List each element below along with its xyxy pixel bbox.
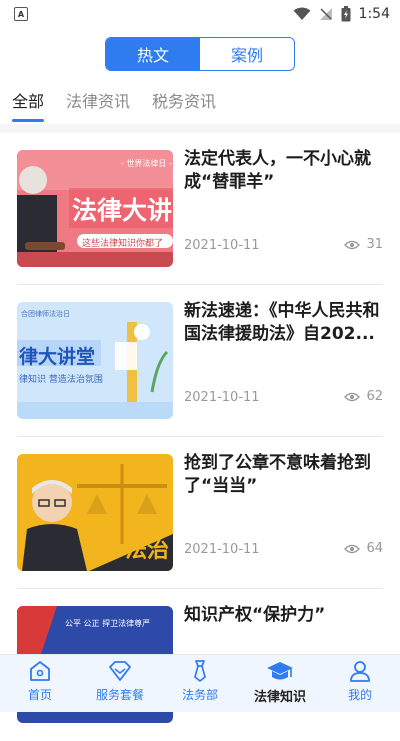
tie-icon xyxy=(194,660,206,682)
article-thumbnail: - 世界法律日 - 法律大讲 这些法律知识你都了 xyxy=(17,150,173,267)
eye-icon xyxy=(344,544,361,553)
segment-hot-articles[interactable]: 热文 xyxy=(106,38,200,70)
article-title[interactable]: 知识产权“保护力” xyxy=(184,604,384,627)
article-title[interactable]: 法定代表人，一不小心就成“替罪羊” xyxy=(184,148,384,194)
clock: 1:54 xyxy=(358,6,390,22)
diamond-icon xyxy=(109,661,131,681)
article-item[interactable]: 合团律师法治日 律大讲堂 律知识 营造法治氛围 新法速递：《中华人民共和国法律援… xyxy=(17,285,383,437)
view-count-value: 62 xyxy=(366,389,383,404)
thumb-heading: 律大讲堂 xyxy=(19,346,96,368)
nav-label: 首页 xyxy=(27,688,52,702)
user-icon xyxy=(350,661,370,682)
nav-mine[interactable]: 我的 xyxy=(320,655,400,712)
nav-legal-department[interactable]: 法务部 xyxy=(160,655,240,712)
nav-service-packages[interactable]: 服务套餐 xyxy=(80,655,160,712)
thumb-subtitle: 合团律师法治日 xyxy=(21,310,70,318)
wifi-icon xyxy=(293,7,311,20)
view-count: 31 xyxy=(344,237,383,252)
nav-label: 服务套餐 xyxy=(95,688,144,702)
thumb-subtitle: - 世界法律日 - xyxy=(121,159,172,168)
tab-tax-news[interactable]: 税务资讯 xyxy=(152,88,216,122)
eye-icon xyxy=(344,240,361,249)
article-thumbnail: 合团律师法治日 律大讲堂 律知识 营造法治氛围 xyxy=(17,302,173,419)
thumb-heading: 法治 xyxy=(125,538,170,563)
tab-all[interactable]: 全部 xyxy=(12,88,45,122)
thumb-caption: 律知识 营造法治氛围 xyxy=(19,375,103,385)
tab-legal-news[interactable]: 法律资讯 xyxy=(66,88,130,122)
article-title[interactable]: 抢到了公章不意味着抢到了“当当” xyxy=(184,452,384,498)
view-count-value: 31 xyxy=(366,237,383,252)
app-badge-icon: A xyxy=(14,7,28,21)
content-type-segment: 热文 案例 xyxy=(105,37,295,71)
article-item[interactable]: - 世界法律日 - 法律大讲 这些法律知识你都了 法定代表人，一不小心就成“替罪… xyxy=(17,133,383,285)
category-tabs: 全部 法律资讯 税务资讯 xyxy=(12,88,238,122)
article-date: 2021-10-11 xyxy=(184,390,260,405)
home-icon xyxy=(30,661,50,681)
battery-icon xyxy=(341,6,351,22)
nav-legal-knowledge[interactable]: 法律知识 xyxy=(240,655,320,712)
article-date: 2021-10-11 xyxy=(184,542,260,557)
thumb-heading: 法律大讲 xyxy=(72,196,173,225)
view-count: 62 xyxy=(344,389,383,404)
article-item[interactable]: 法治 抢到了公章不意味着抢到了“当当” 2021-10-11 64 xyxy=(17,437,383,589)
nav-home[interactable]: 首页 xyxy=(0,655,80,712)
nav-label: 法律知识 xyxy=(253,690,306,705)
segment-cases[interactable]: 案例 xyxy=(200,38,294,70)
article-title[interactable]: 新法速递：《中华人民共和国法律援助法》自202... xyxy=(184,300,384,346)
article-thumbnail: 法治 xyxy=(17,454,173,571)
view-count-value: 64 xyxy=(366,541,383,556)
status-bar: A 1:54 xyxy=(0,0,400,28)
view-count: 64 xyxy=(344,541,383,556)
nav-label: 我的 xyxy=(347,688,372,702)
thumb-caption: 公平 公正 捍卫法律尊严 xyxy=(65,619,151,628)
nav-label: 法务部 xyxy=(181,688,218,702)
no-signal-icon xyxy=(319,8,332,20)
section-divider xyxy=(0,124,400,133)
bottom-navigation: 首页 服务套餐 法务部 法律知识 我的 xyxy=(0,654,400,712)
article-date: 2021-10-11 xyxy=(184,238,260,253)
graduation-cap-icon xyxy=(267,662,293,680)
thumb-caption: 这些法律知识你都了 xyxy=(82,239,164,249)
eye-icon xyxy=(344,392,361,401)
